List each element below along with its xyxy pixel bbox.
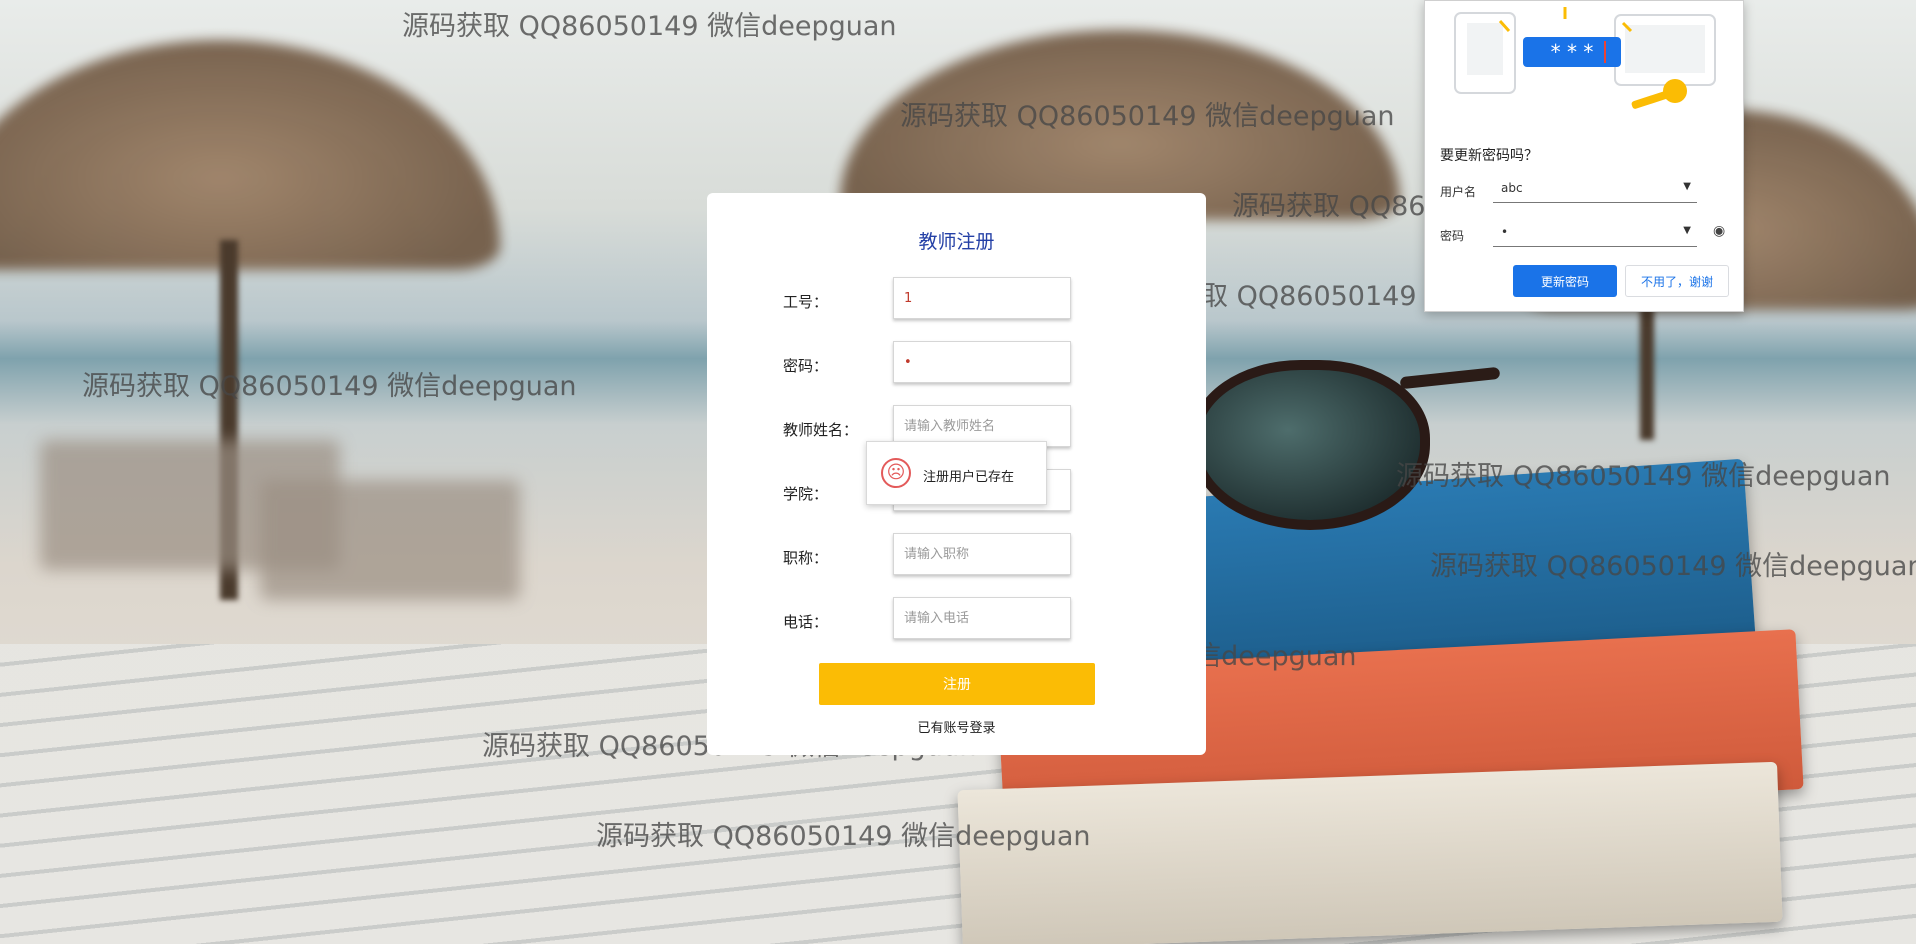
update-password-button[interactable]: 更新密码 — [1513, 265, 1617, 297]
decline-button[interactable]: 不用了，谢谢 — [1625, 265, 1729, 297]
register-button[interactable]: 注册 — [819, 663, 1095, 705]
saved-password-value: • — [1501, 225, 1509, 239]
toast-message: 注册用户已存在 — [923, 470, 1015, 485]
teacher-name-label: 教师姓名： — [783, 421, 859, 439]
username-value: abc — [1501, 181, 1523, 195]
title-rank-label: 职称： — [783, 549, 829, 567]
error-toast: ☹ 注册用户已存在 — [866, 441, 1047, 505]
login-link[interactable]: 已有账号登录 — [707, 717, 1206, 736]
employee-id-label: 工号： — [783, 293, 829, 311]
username-select[interactable]: abc ▼ — [1493, 175, 1697, 203]
register-title: 教师注册 — [918, 231, 995, 253]
phone-input[interactable] — [893, 597, 1071, 639]
saved-password-select[interactable]: • ▼ — [1493, 219, 1697, 247]
dropdown-arrow-icon: ▼ — [1683, 225, 1691, 236]
title-rank-input[interactable] — [893, 533, 1071, 575]
college-label: 学院： — [783, 485, 829, 503]
illustration-asterisks: * * * — [1551, 40, 1594, 64]
password-input[interactable] — [893, 341, 1071, 383]
saved-password-label: 密码 — [1440, 229, 1465, 243]
password-label: 密码： — [783, 357, 829, 375]
password-illustration-icon: * * * — [1454, 7, 1716, 109]
username-label: 用户名 — [1440, 185, 1477, 199]
password-update-popup: * * * 要更新密码吗？ 用户名 abc ▼ 密码 • ▼ ◉ 更新密码 不用… — [1424, 0, 1744, 312]
sad-face-icon: ☹ — [881, 458, 911, 488]
dropdown-arrow-icon: ▼ — [1683, 181, 1691, 192]
employee-id-input[interactable] — [893, 277, 1071, 319]
show-password-eye-icon[interactable]: ◉ — [1713, 223, 1725, 239]
password-prompt-title: 要更新密码吗？ — [1440, 148, 1538, 164]
phone-label: 电话： — [783, 613, 829, 631]
